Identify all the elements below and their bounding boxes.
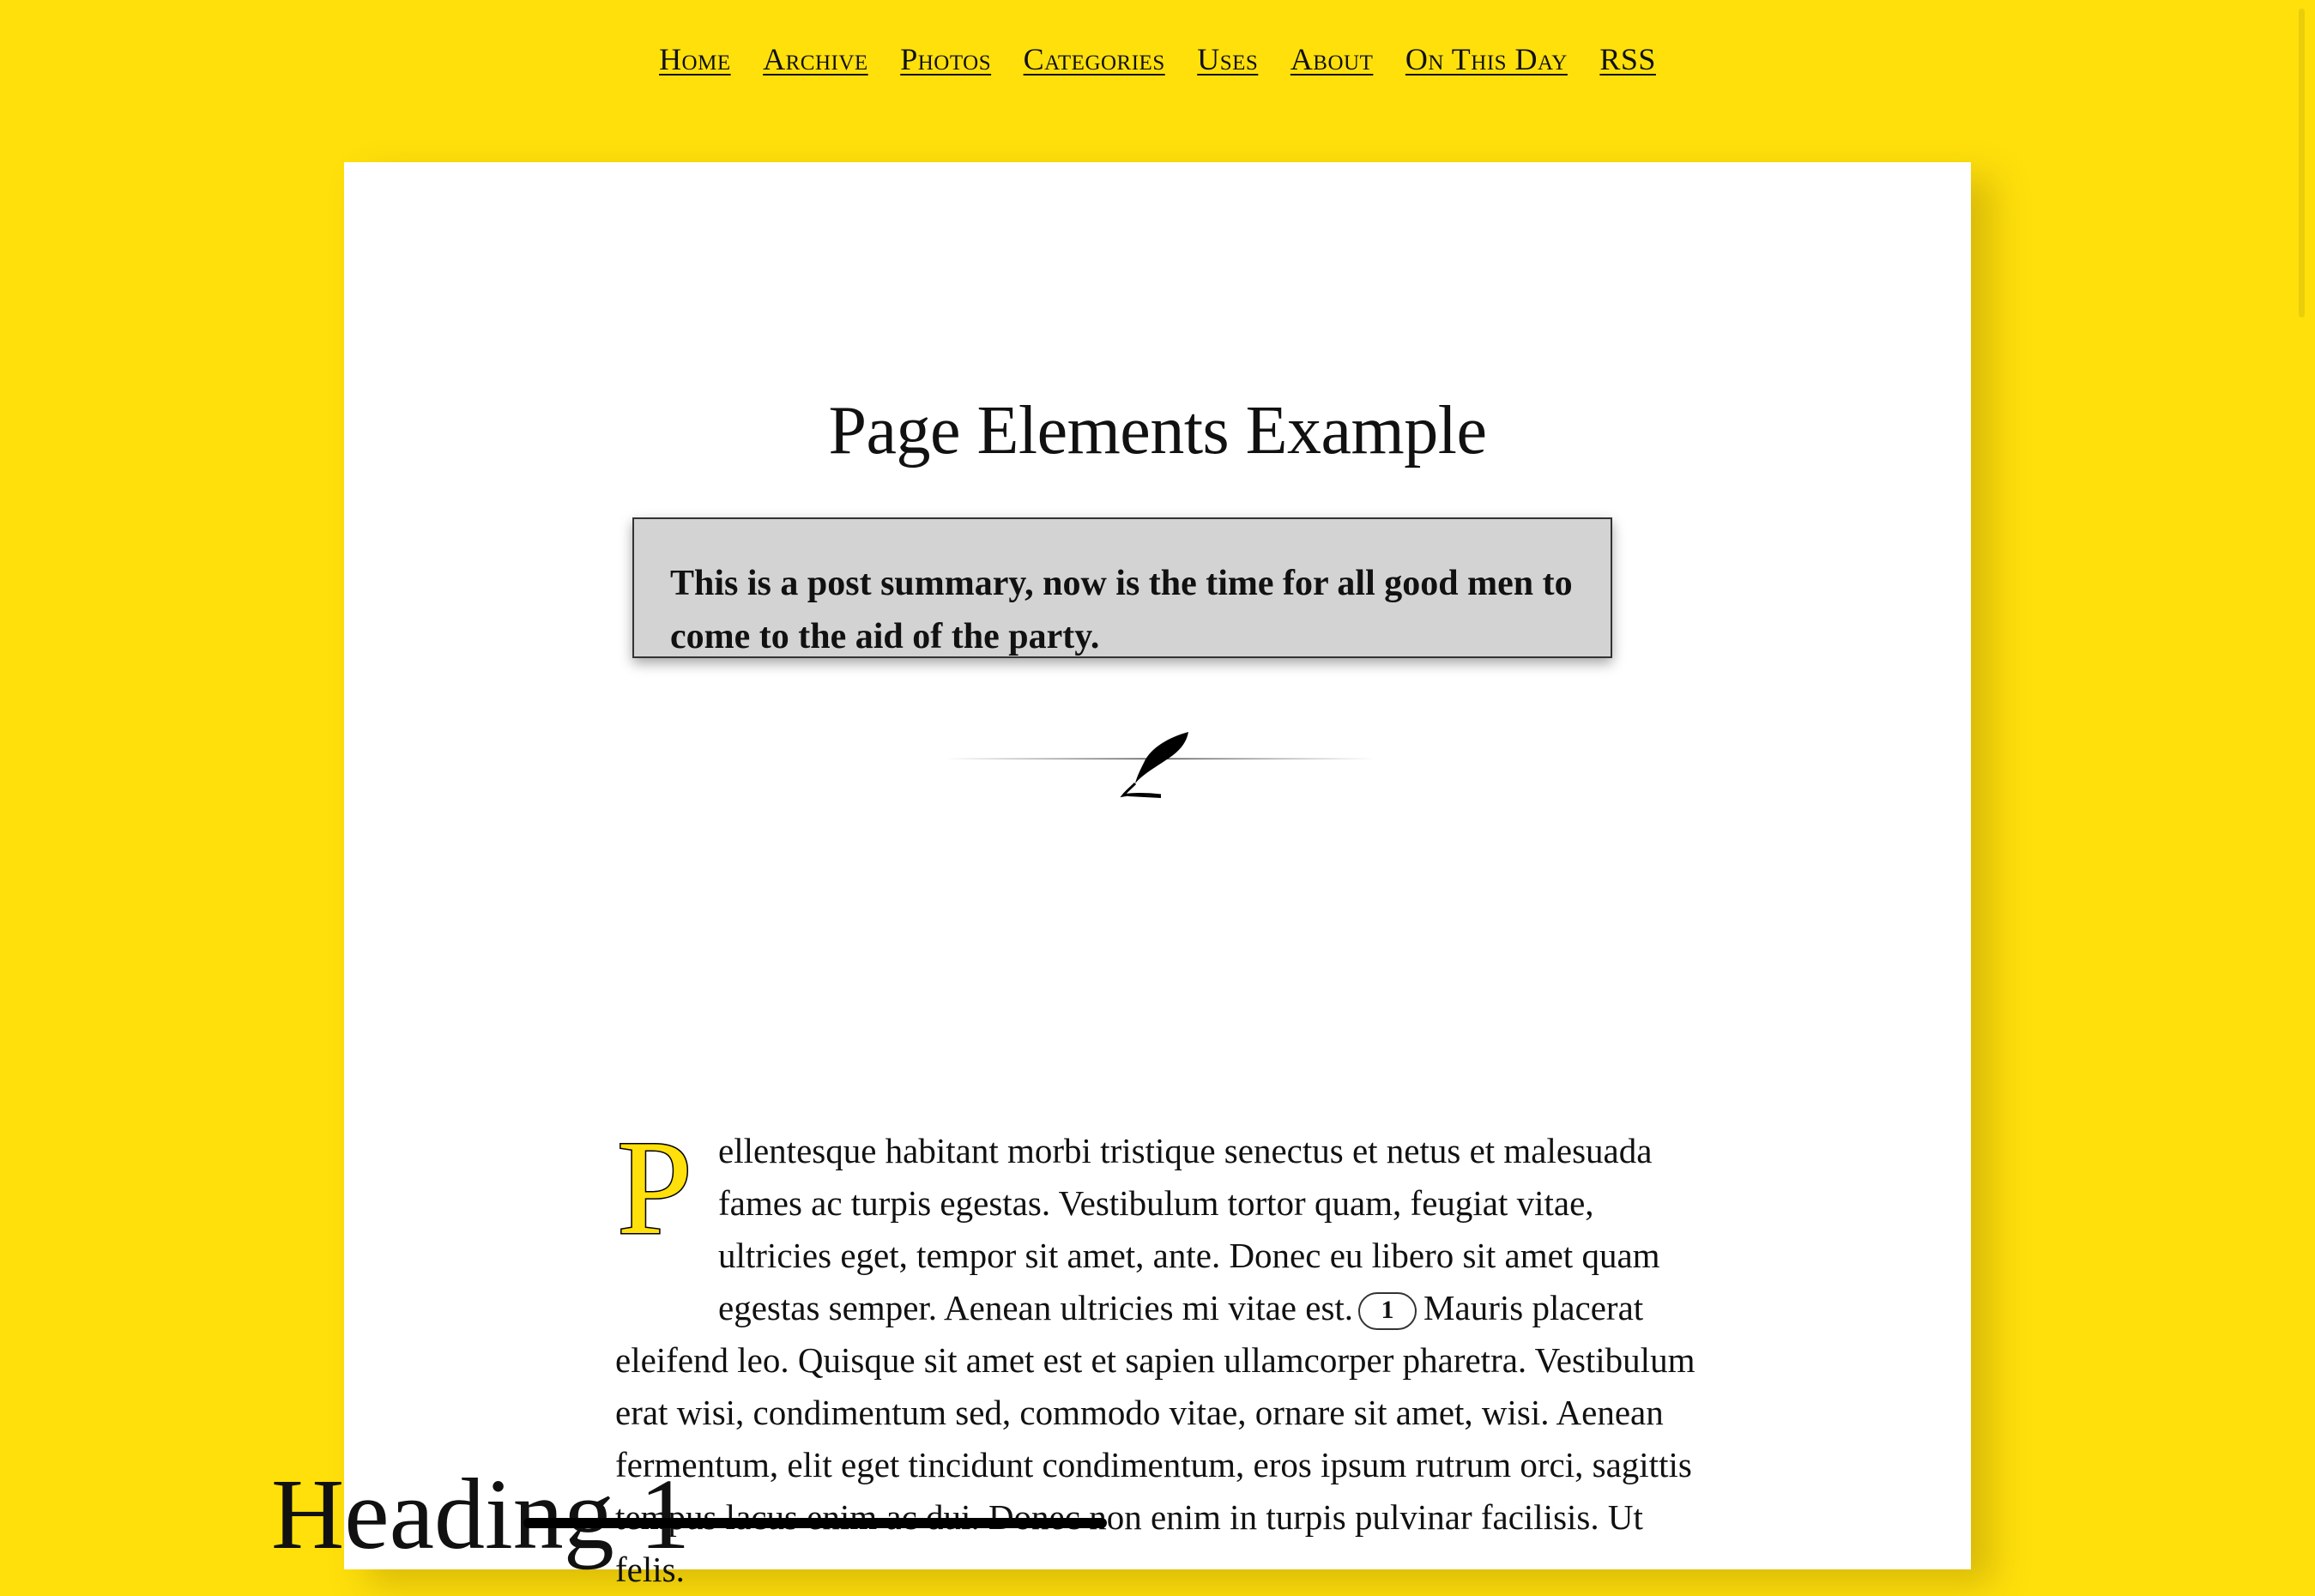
nav-link-home[interactable]: Home [659,42,731,76]
section-divider [945,728,1374,814]
footnote-ref[interactable]: 1 [1358,1292,1417,1330]
nav-link-uses[interactable]: Uses [1197,42,1258,76]
heading-1: Heading 1 [271,1458,691,1570]
post-summary: This is a post summary, now is the time … [632,517,1612,658]
quill-icon [945,732,1374,798]
page-title: Page Elements Example [828,393,1487,469]
post-card: Page Elements Example This is a post sum… [344,162,1971,1589]
nav-link-about[interactable]: About [1290,42,1374,76]
nav-link-on-this-day[interactable]: On This Day [1405,42,1568,76]
heading-rule [523,1518,1107,1528]
dropcap-glyph: P [617,1130,692,1242]
nav-link-categories[interactable]: Categories [1024,42,1165,76]
nav-link-rss[interactable]: RSS [1599,42,1656,76]
top-nav: Home Archive Photos Categories Uses Abou… [0,41,2315,77]
body-text-part-2: Mauris placerat eleifend leo. Quisque si… [615,1288,1695,1589]
nav-link-photos[interactable]: Photos [900,42,991,76]
dropcap: P [615,1130,718,1285]
nav-link-archive[interactable]: Archive [763,42,868,76]
